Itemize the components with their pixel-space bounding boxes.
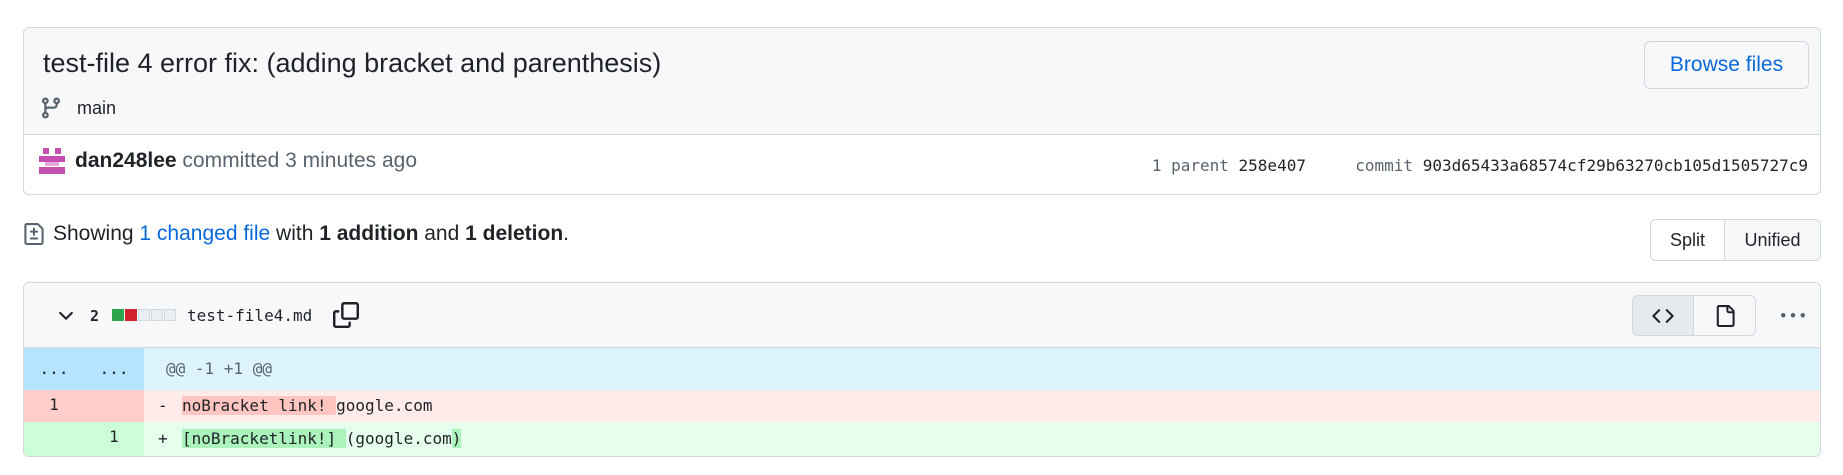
file-view-toggle — [1632, 295, 1756, 336]
branch-name: main — [77, 97, 117, 118]
kebab-horizontal-icon[interactable] — [1780, 304, 1806, 328]
commit-sha: 903d65433a68574cf29b63270cb105d1505727c9 — [1422, 156, 1808, 175]
file-diff: 2 test-file4.md ... ... @@ -1 +1 @@ 1 - … — [23, 282, 1821, 457]
addition-sign: + — [158, 429, 168, 448]
summary-prefix: Showing — [53, 222, 134, 245]
diff-view-toggle: Split Unified — [1650, 219, 1821, 261]
hunk-header-row: ... ... @@ -1 +1 @@ — [24, 348, 1820, 390]
parent-label: 1 parent — [1151, 156, 1229, 175]
avatar[interactable] — [39, 148, 65, 174]
diffstat-block-neutral — [138, 309, 150, 321]
unified-view-button[interactable]: Unified — [1725, 220, 1820, 260]
summary-and: and — [424, 222, 460, 245]
summary-with: with — [276, 222, 314, 245]
old-line-number[interactable]: 1 — [24, 390, 84, 422]
diffstat-block-neutral — [151, 309, 163, 321]
commit-meta-row: dan248lee committed 3 minutes ago 1 pare… — [24, 135, 1820, 194]
commit-time: 3 minutes ago — [285, 149, 418, 172]
diffstat — [112, 309, 177, 321]
added-mid: (google.com — [345, 429, 452, 448]
changed-files-link[interactable]: 1 changed file — [139, 222, 270, 246]
split-view-button[interactable]: Split — [1651, 220, 1725, 260]
diff-summary: Showing 1 changed file with 1 addition a… — [23, 222, 569, 246]
commit-author-line: dan248lee committed 3 minutes ago — [75, 149, 417, 173]
deletion-sign: - — [158, 396, 168, 415]
deletions-count: 1 deletion — [465, 222, 564, 245]
expand-up-button[interactable]: ... — [24, 348, 84, 390]
new-line-number[interactable] — [84, 390, 144, 422]
summary-suffix: . — [563, 222, 570, 245]
hunk-header: @@ -1 +1 @@ — [166, 359, 272, 378]
expand-down-button[interactable]: ... — [84, 348, 144, 390]
added-line-code: + [noBracketlink!] (google.com) — [144, 422, 462, 456]
commit-meta: 1 parent 258e407 commit 903d65433a68574c… — [1152, 156, 1808, 175]
file-change-count: 2 — [90, 307, 100, 325]
deleted-rest: google.com — [336, 396, 433, 415]
deleted-highlight: noBracket link! — [182, 396, 337, 415]
branch-label[interactable]: main — [39, 96, 116, 120]
parent-sha-link[interactable]: 258e407 — [1239, 156, 1306, 175]
added-line-row: 1 + [noBracketlink!] (google.com) — [24, 422, 1820, 456]
diffstat-block-del — [125, 309, 137, 321]
diffstat-block-add — [112, 309, 124, 321]
commit-header: test-file 4 error fix: (adding bracket a… — [23, 27, 1821, 195]
commit-title: test-file 4 error fix: (adding bracket a… — [43, 48, 662, 78]
new-line-number[interactable]: 1 — [84, 422, 144, 456]
old-line-number[interactable] — [24, 422, 84, 456]
file-header: 2 test-file4.md — [24, 283, 1820, 348]
deleted-line-row: 1 - noBracket link! google.com — [24, 390, 1820, 422]
code-view-button[interactable] — [1633, 296, 1695, 335]
diffstat-block-neutral — [164, 309, 176, 321]
commit-label: commit — [1355, 156, 1414, 175]
rich-view-button[interactable] — [1694, 296, 1755, 335]
added-highlight-end: ) — [451, 429, 462, 448]
added-highlight: [noBracketlink!] — [182, 429, 346, 448]
chevron-down-icon[interactable] — [55, 305, 77, 327]
browse-files-button[interactable]: Browse files — [1644, 41, 1809, 89]
copy-icon[interactable] — [333, 302, 359, 328]
code-icon — [1652, 308, 1674, 323]
git-branch-icon — [41, 97, 60, 119]
file-icon — [1716, 304, 1735, 327]
author-link[interactable]: dan248lee — [75, 149, 177, 172]
deleted-line-code: - noBracket link! google.com — [144, 390, 432, 422]
commit-header-top: test-file 4 error fix: (adding bracket a… — [24, 28, 1820, 135]
additions-count: 1 addition — [319, 222, 419, 245]
commit-action: committed — [182, 149, 280, 172]
file-diff-icon — [24, 223, 44, 245]
file-name-link[interactable]: test-file4.md — [187, 306, 312, 325]
